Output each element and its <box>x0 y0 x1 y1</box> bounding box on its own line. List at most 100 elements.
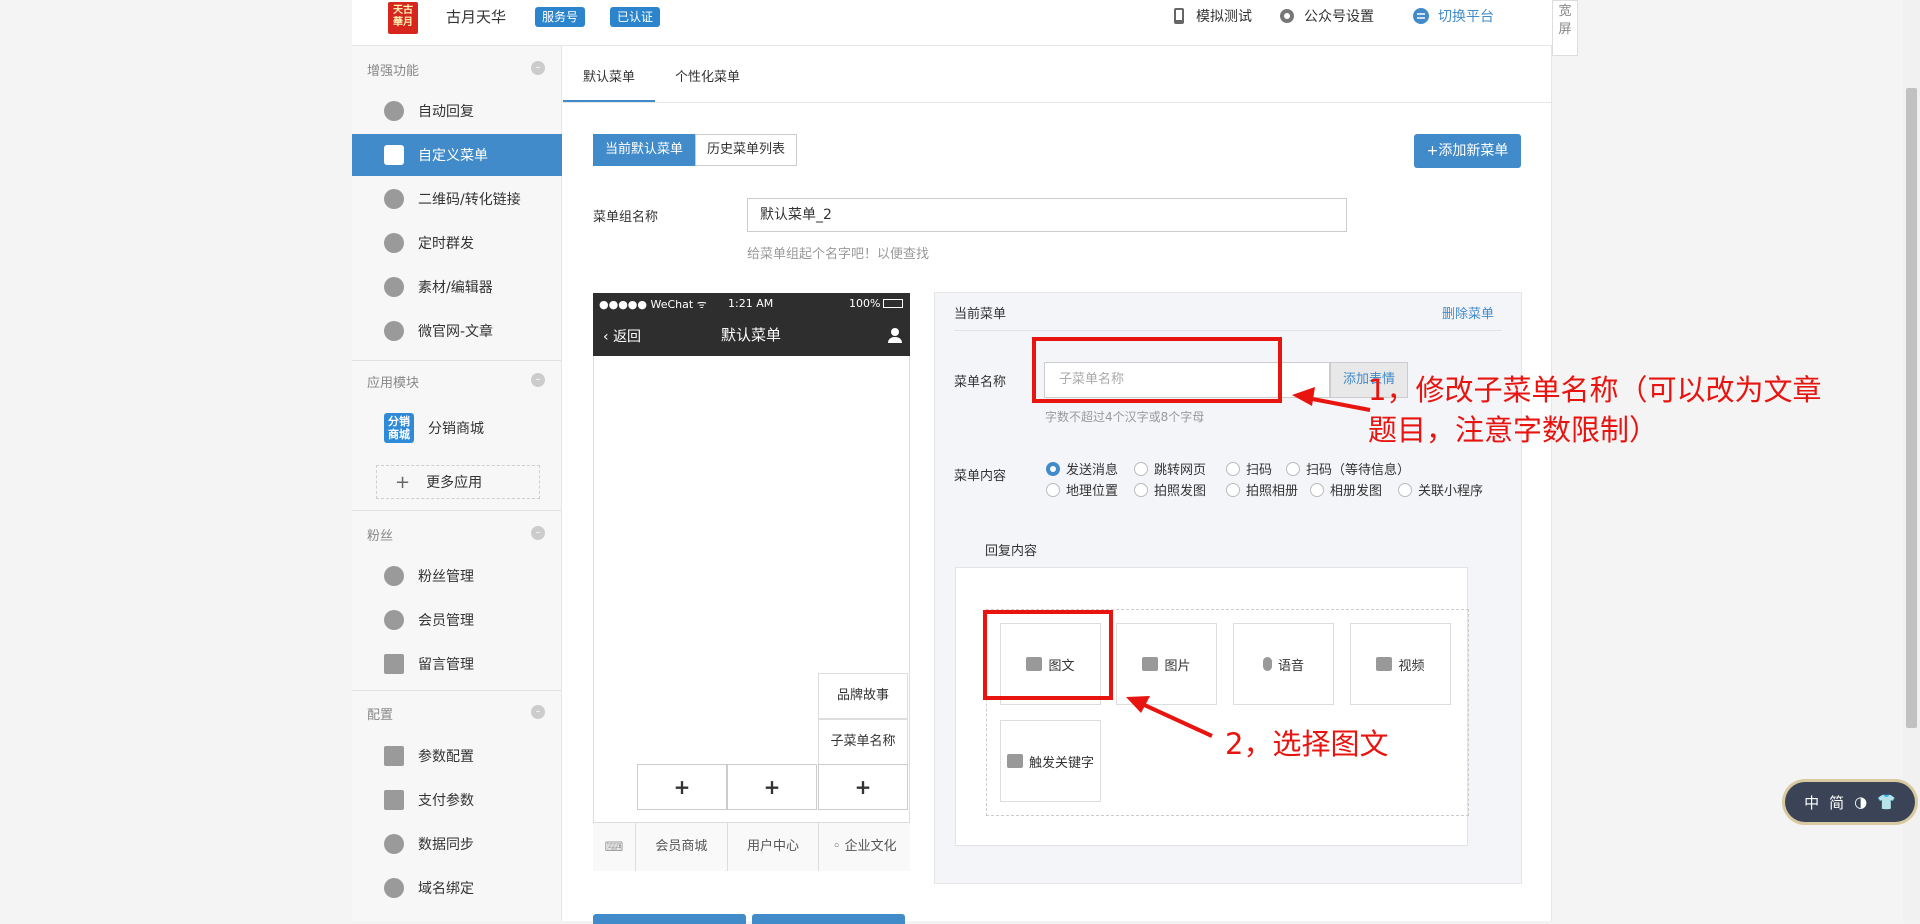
reply-type-video[interactable]: 视频 <box>1350 623 1451 705</box>
sidebar-item-domain[interactable]: 域名绑定 <box>352 867 562 909</box>
moon-icon[interactable]: ◑ <box>1854 793 1867 811</box>
radio-label: 跳转网页 <box>1154 463 1207 478</box>
radio-dot <box>1226 461 1240 476</box>
more-apps-button[interactable]: + 更多应用 <box>376 465 540 499</box>
sidebar-divider <box>352 360 562 361</box>
radio-dot <box>1134 482 1148 497</box>
wide-screen-toggle[interactable]: 宽 屏 <box>1552 0 1578 56</box>
history-menu-list-button[interactable]: 历史菜单列表 <box>695 134 798 166</box>
bottom-button[interactable] <box>593 914 746 924</box>
sidebar-item-messages[interactable]: 留言管理 <box>352 643 562 685</box>
add-submenu-button[interactable]: + <box>818 764 908 810</box>
radio-photo-send[interactable]: 拍照发图 <box>1134 480 1206 499</box>
sidebar-divider <box>352 690 562 691</box>
sidebar-item-fans[interactable]: 粉丝管理 <box>352 555 562 597</box>
collapse-icon[interactable]: – <box>531 373 545 387</box>
radio-label: 发送消息 <box>1066 463 1119 478</box>
annotation-step1: 1，修改子菜单名称（可以改为文章 题目，注意字数限制） <box>1368 373 1822 447</box>
radio-label: 拍照相册 <box>1246 484 1299 499</box>
collapse-icon[interactable]: – <box>531 526 545 540</box>
domain-icon <box>384 878 404 898</box>
menu-group-name-input[interactable]: 默认菜单_2 <box>747 198 1347 232</box>
collapse-icon[interactable]: – <box>531 61 545 75</box>
sidebar-group-title: 配置 <box>367 708 394 723</box>
sidebar-item-members[interactable]: 会员管理 <box>352 599 562 641</box>
simulate-test-label: 模拟测试 <box>1196 9 1252 25</box>
radio-mini-program[interactable]: 关联小程序 <box>1398 480 1483 499</box>
simulate-test-link[interactable]: 模拟测试 <box>1170 6 1252 26</box>
ime-toolbar[interactable]: 中 简 ◑ 👕 <box>1785 782 1915 822</box>
more-apps-label: 更多应用 <box>426 475 483 491</box>
sidebar-item-label: 分销商城 <box>428 421 484 437</box>
phone-back-button[interactable]: ‹ 返回 <box>603 326 641 346</box>
scrollbar-thumb[interactable] <box>1906 88 1917 728</box>
current-default-menu-button[interactable]: 当前默认菜单 <box>593 134 696 166</box>
reply-content-title: 回复内容 <box>985 544 1038 559</box>
ime-chinese[interactable]: 中 <box>1804 792 1819 813</box>
reply-type-voice[interactable]: 语音 <box>1233 623 1334 705</box>
user-icon <box>888 328 902 343</box>
envelope-icon <box>384 654 404 674</box>
phone-menu-item[interactable]: ◦ 企业文化 <box>819 823 910 871</box>
delete-menu-link[interactable]: 删除菜单 <box>1442 303 1494 322</box>
add-submenu-button[interactable]: + <box>727 764 817 810</box>
bottom-button[interactable] <box>752 914 905 924</box>
phone-battery: 100% <box>849 297 881 310</box>
radio-location[interactable]: 地理位置 <box>1046 480 1118 499</box>
radio-dot <box>1134 461 1148 476</box>
phone-menu-bar: ⌨ 会员商城 用户中心 ◦ 企业文化 <box>593 822 910 871</box>
reply-type-label: 视频 <box>1398 658 1425 674</box>
reply-type-keyword[interactable]: 触发关键字 <box>1000 720 1101 802</box>
phone-menu-item[interactable]: 会员商城 <box>636 823 728 871</box>
sidebar-item-label: 粉丝管理 <box>418 569 474 585</box>
switch-icon <box>1413 8 1429 24</box>
add-submenu-button[interactable]: + <box>637 764 727 810</box>
home-icon <box>384 321 404 341</box>
radio-scan[interactable]: 扫码 <box>1226 459 1272 478</box>
sidebar-item-custom-menu[interactable]: 自定义菜单 <box>352 134 562 176</box>
phone-title: 默认菜单 <box>721 326 782 344</box>
radio-scan-wait[interactable]: 扫码（等待信息） <box>1286 459 1410 478</box>
sidebar-item-microsite-article[interactable]: 微官网-文章 <box>352 310 562 352</box>
radio-dot <box>1046 482 1060 497</box>
add-new-menu-button[interactable]: +添加新菜单 <box>1414 134 1521 168</box>
phone-carrier: ●●●●● WeChat ᯤ <box>599 298 707 311</box>
radio-album-send[interactable]: 相册发图 <box>1310 480 1382 499</box>
phone-menu-item[interactable]: 用户中心 <box>728 823 820 871</box>
sidebar-item-scheduled-send[interactable]: 定时群发 <box>352 222 562 264</box>
radio-label: 相册发图 <box>1330 484 1383 499</box>
radio-dot <box>1286 461 1300 476</box>
radio-jump-page[interactable]: 跳转网页 <box>1134 459 1206 478</box>
account-settings-link[interactable]: 公众号设置 <box>1278 6 1374 26</box>
sidebar-item-payment[interactable]: 支付参数 <box>352 779 562 821</box>
sidebar-item-distribution-mall[interactable]: 分销 商城 分销商城 <box>384 413 484 443</box>
submenu-item-new[interactable]: 子菜单名称 <box>818 719 908 765</box>
switch-platform-link[interactable]: 切换平台 <box>1412 6 1494 26</box>
keyboard-icon[interactable]: ⌨ <box>593 823 636 871</box>
sidebar-item-label: 支付参数 <box>418 793 474 809</box>
sidebar-item-label: 微官网-文章 <box>418 324 494 340</box>
radio-label: 地理位置 <box>1066 484 1119 499</box>
sidebar-item-sync[interactable]: 数据同步 <box>352 823 562 865</box>
heart-user-icon <box>384 566 404 586</box>
collapse-icon[interactable]: – <box>531 705 545 719</box>
radio-label: 关联小程序 <box>1418 484 1484 499</box>
sidebar-item-material-editor[interactable]: 素材/编辑器 <box>352 266 562 308</box>
radio-send-message[interactable]: 发送消息 <box>1046 459 1118 478</box>
sidebar-item-auto-reply[interactable]: 自动回复 <box>352 90 562 132</box>
tab-default-menu[interactable]: 默认菜单 <box>563 62 656 102</box>
tab-personalized-menu[interactable]: 个性化菜单 <box>655 62 760 102</box>
plus-icon: + <box>395 471 411 493</box>
shirt-icon[interactable]: 👕 <box>1877 793 1896 811</box>
phone-header: ●●●●● WeChat ᯤ 1:21 AM 100% ‹ 返回 默认菜单 <box>593 293 910 356</box>
submenu-item-brand-story[interactable]: 品牌故事 <box>818 673 908 719</box>
reply-type-image[interactable]: 图片 <box>1116 623 1217 705</box>
radio-photo-album[interactable]: 拍照相册 <box>1226 480 1298 499</box>
menu-tabs: 默认菜单 个性化菜单 <box>563 62 760 102</box>
ime-simplified[interactable]: 简 <box>1829 792 1844 813</box>
sidebar-item-params[interactable]: 参数配置 <box>352 735 562 777</box>
sidebar-item-label: 会员管理 <box>418 613 474 629</box>
sidebar-item-qrcode[interactable]: 二维码/转化链接 <box>352 178 562 220</box>
sidebar-group-title: 应用模块 <box>367 376 420 391</box>
current-menu-title: 当前菜单 <box>954 307 1007 322</box>
